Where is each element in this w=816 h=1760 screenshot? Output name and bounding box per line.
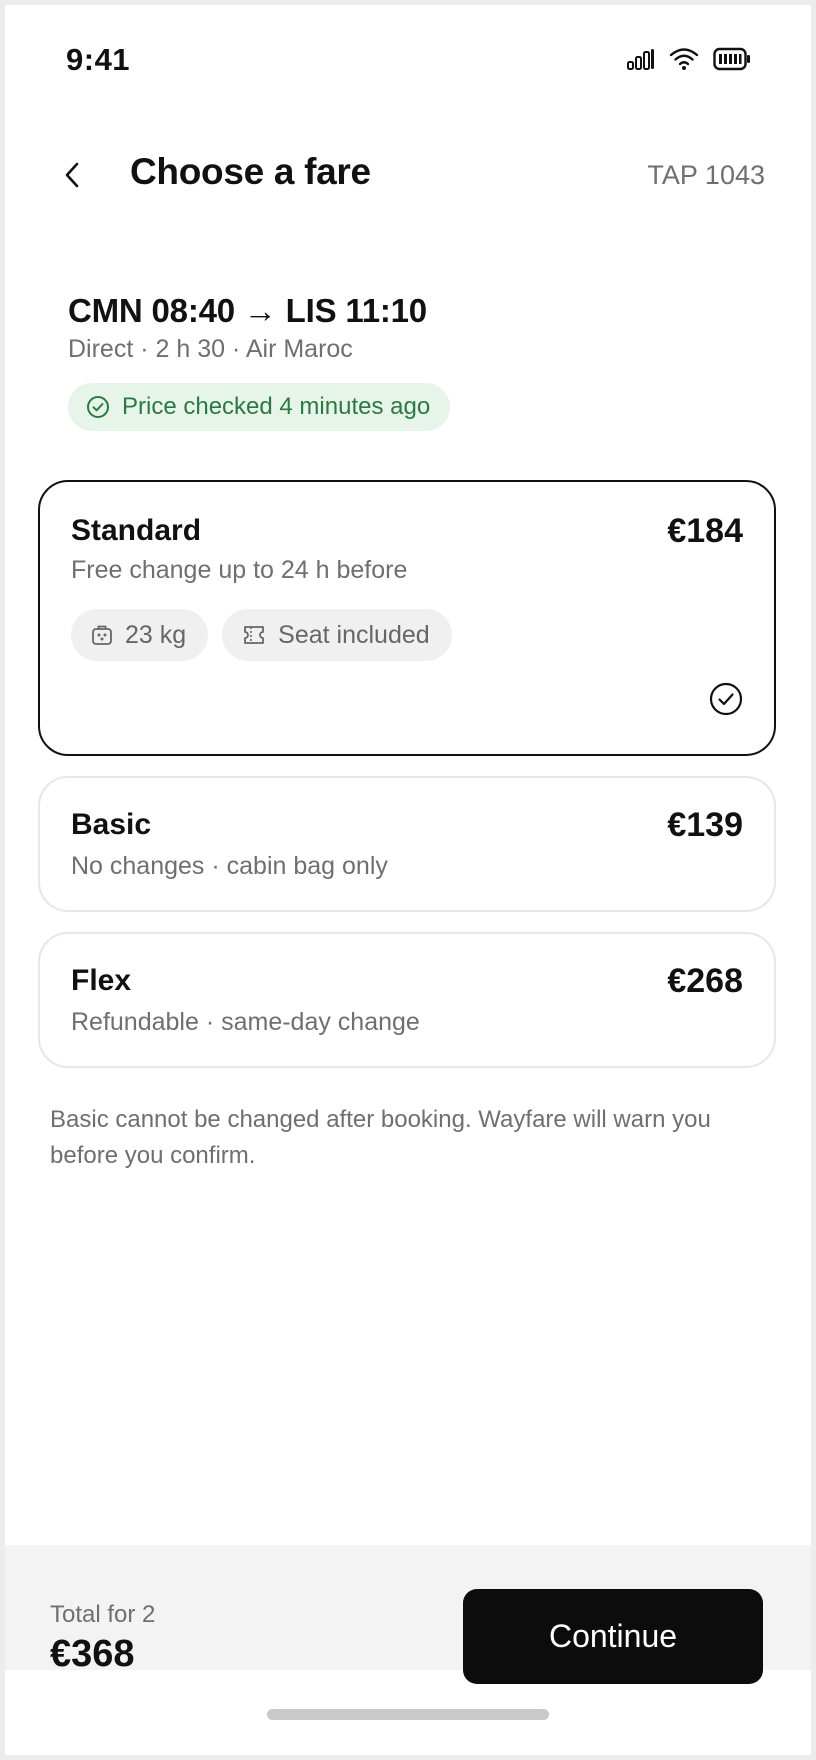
check-circle-icon bbox=[87, 396, 109, 418]
status-icons bbox=[627, 47, 751, 71]
fare-name: Standard bbox=[71, 514, 202, 547]
flight-route: CMN 08:40 → LIS 11:10 bbox=[68, 292, 427, 329]
fare-price: €139 bbox=[667, 806, 743, 844]
feature-chip-seat: Seat included bbox=[222, 609, 452, 661]
feature-chip-baggage: 23 kg bbox=[71, 609, 209, 661]
selected-check-icon bbox=[709, 682, 743, 716]
fare-card-standard[interactable]: Standard €184 Free change up to 24 h bef… bbox=[38, 480, 776, 756]
fare-price: €268 bbox=[667, 962, 743, 1000]
feature-label: Seat included bbox=[278, 620, 430, 649]
status-bar: 9:41 bbox=[5, 5, 811, 115]
fare-description: Refundable · same-day change bbox=[71, 1008, 420, 1036]
luggage-icon bbox=[92, 625, 112, 645]
fare-description: Free change up to 24 h before bbox=[71, 556, 408, 584]
flight-code: TAP 1043 bbox=[647, 160, 765, 190]
page-title: Choose a fare bbox=[130, 151, 371, 192]
total-price: €368 bbox=[50, 1633, 135, 1675]
fare-price: €184 bbox=[667, 512, 743, 550]
checkout-footer: Total for 2 €368 Continue bbox=[5, 1545, 811, 1684]
status-time: 9:41 bbox=[66, 42, 131, 77]
feature-label: 23 kg bbox=[125, 620, 187, 649]
fare-description: No changes · cabin bag only bbox=[71, 852, 388, 880]
fare-features: 23 kg Seat included bbox=[71, 609, 452, 661]
back-button[interactable] bbox=[51, 153, 95, 197]
fare-note: Basic cannot be changed after booking. W… bbox=[50, 1106, 711, 1169]
fare-name: Flex bbox=[71, 964, 132, 997]
fare-card-flex[interactable]: Flex €268 Refundable · same-day change bbox=[38, 932, 776, 1068]
total-label: Total for 2 bbox=[50, 1601, 156, 1628]
continue-button[interactable]: Continue bbox=[463, 1589, 763, 1684]
fare-name: Basic bbox=[71, 808, 152, 841]
flight-meta: Direct · 2 h 30 · Air Maroc bbox=[68, 335, 353, 363]
top-bar: Choose a fare TAP 1043 bbox=[5, 135, 811, 215]
signal-icon bbox=[627, 49, 654, 70]
wifi-icon bbox=[669, 48, 699, 70]
battery-icon bbox=[713, 47, 750, 71]
fare-card-basic[interactable]: Basic €139 No changes · cabin bag only bbox=[38, 776, 776, 912]
price-checked-text: Price checked 4 minutes ago bbox=[122, 393, 431, 420]
chevron-left-icon bbox=[65, 162, 79, 188]
price-checked-badge: Price checked 4 minutes ago bbox=[68, 383, 451, 431]
seat-icon bbox=[244, 626, 265, 644]
home-indicator[interactable] bbox=[267, 1709, 549, 1720]
fare-selection-screen: 9:41 Choose a fare TAP 1043 CMN 08:40 → … bbox=[5, 5, 811, 1755]
